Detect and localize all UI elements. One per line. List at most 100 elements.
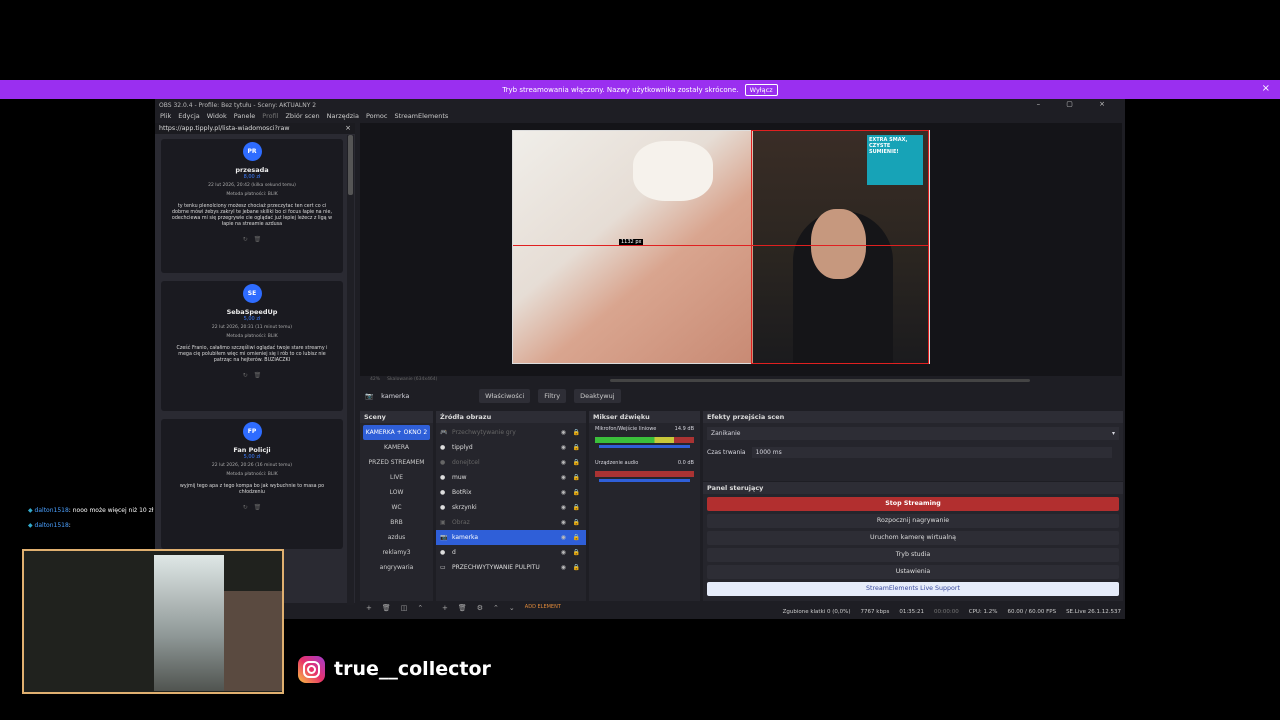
source-item[interactable]: 🎮 Przechwytywanie gry ◉ 🔒 (436, 425, 586, 440)
scene-item[interactable]: KAMERA (360, 440, 433, 455)
game-icon: 🎮 (440, 429, 448, 436)
menu-file[interactable]: Plik (160, 112, 171, 122)
source-item[interactable]: ● muw ◉ 🔒 (436, 470, 586, 485)
menu-help[interactable]: Pomoc (366, 112, 388, 122)
dock-scrollbar[interactable] (347, 135, 354, 605)
replay-icon[interactable]: ↻ (243, 372, 248, 379)
eye-icon[interactable]: ◉ (561, 560, 566, 575)
context-bar: 📷 kamerka Właściwości Filtry Deaktywuj (360, 388, 1122, 404)
menu-view[interactable]: Widok (207, 112, 227, 122)
preview-canvas[interactable]: EXTRA SMAX, CZYSTE SUMIENIE! 1132 px (360, 123, 1122, 382)
window-title: OBS 32.0.4 - Profile: Bez tytułu - Sceny… (159, 102, 317, 109)
scene-item[interactable]: KAMERKA + OKNO 2 (363, 425, 430, 440)
mixer-title: Mikser dźwięku (589, 411, 700, 423)
lock-icon[interactable]: 🔒 (573, 440, 580, 455)
trash-icon[interactable]: 🗑 (254, 504, 262, 511)
audio-meter (595, 471, 694, 477)
eye-icon[interactable]: ◉ (561, 470, 566, 485)
card-actions[interactable]: ↻ 🗑 (161, 372, 343, 379)
window-controls[interactable]: – ▢ × (1037, 100, 1117, 108)
donation-card: PR przesada 8,00 zł 22 lut 2026, 20:42 (… (161, 139, 343, 273)
menu-streamelements[interactable]: StreamElements (395, 112, 449, 122)
chat-user: dalton1518 (34, 522, 69, 529)
studio-mode-button[interactable]: Tryb studia (707, 548, 1119, 562)
scene-item[interactable]: azdus (360, 530, 433, 545)
source-item[interactable]: ▣ Obraz ◉ 🔒 (436, 515, 586, 530)
source-label: tipplyd (452, 444, 473, 451)
source-item[interactable]: ● tipplyd ◉ 🔒 (436, 440, 586, 455)
scroll-thumb[interactable] (348, 135, 353, 195)
payment-method: Metoda płatności: BLIK (226, 334, 278, 339)
scene-item[interactable]: reklamy3 (360, 545, 433, 560)
streamelements-support-button[interactable]: StreamElements Live Support (707, 582, 1119, 596)
virtual-camera-button[interactable]: Uruchom kamerę wirtualną (707, 531, 1119, 545)
eye-icon[interactable]: ◉ (561, 485, 566, 500)
selection-box[interactable] (751, 130, 929, 364)
eye-icon[interactable]: ◉ (561, 530, 566, 545)
lock-icon[interactable]: 🔒 (573, 515, 580, 530)
transitions-panel: Efekty przejścia scen Zanikanie ▾ Czas tr… (703, 411, 1123, 481)
replay-icon[interactable]: ↻ (243, 236, 248, 243)
menu-tools[interactable]: Narzędzia (327, 112, 359, 122)
scene-item[interactable]: angrywaria (360, 560, 433, 575)
lock-icon[interactable]: 🔒 (573, 485, 580, 500)
eye-icon[interactable]: ◉ (561, 425, 566, 440)
source-item[interactable]: 📷 kamerka ◉ 🔒 (436, 530, 586, 545)
scene-output[interactable]: EXTRA SMAX, CZYSTE SUMIENIE! 1132 px (512, 130, 930, 364)
donation-amount: 8,00 zł (243, 174, 261, 180)
donor-name: SebaSpeedUp (226, 308, 278, 316)
eye-icon[interactable]: ◉ (561, 500, 566, 515)
menu-profile[interactable]: Profil (262, 112, 278, 122)
stop-streaming-button[interactable]: Stop Streaming (707, 497, 1119, 511)
lock-icon[interactable]: 🔒 (573, 500, 580, 515)
lock-icon[interactable]: 🔒 (573, 545, 580, 560)
deactivate-button[interactable]: Deaktywuj (574, 389, 621, 403)
zoom-level[interactable]: 42% (370, 377, 380, 382)
scene-item[interactable]: LIVE (360, 470, 433, 485)
source-item[interactable]: ▭ PRZECHWYTYWANIE PULPITU ◉ 🔒 (436, 560, 586, 575)
menu-docks[interactable]: Panele (234, 112, 256, 122)
close-icon[interactable]: × (1262, 83, 1270, 94)
se-version: SE.Live 26.1.12.537 (1066, 609, 1121, 615)
fps: 60.00 / 60.00 FPS (1007, 609, 1057, 615)
settings-button[interactable]: Ustawienia (707, 565, 1119, 579)
audio-volume-slider[interactable] (599, 479, 690, 482)
lock-icon[interactable]: 🔒 (573, 455, 580, 470)
trash-icon[interactable]: 🗑 (254, 236, 262, 243)
card-actions[interactable]: ↻ 🗑 (161, 504, 343, 511)
eye-icon[interactable]: ◉ (561, 515, 566, 530)
donation-date: 22 lut 2026, 20:31 (11 minut temu) (211, 325, 293, 330)
menu-scene-collection[interactable]: Zbiór scen (285, 112, 319, 122)
eye-icon[interactable]: ◉ (561, 455, 566, 470)
scene-item[interactable]: LOW (360, 485, 433, 500)
source-item[interactable]: ● BotRix ◉ 🔒 (436, 485, 586, 500)
scene-item[interactable]: PRZED STREAMEM (360, 455, 433, 470)
mic-volume-slider[interactable] (599, 445, 690, 448)
scene-item[interactable]: BRB (360, 515, 433, 530)
source-item[interactable]: ● d ◉ 🔒 (436, 545, 586, 560)
transition-select[interactable]: Zanikanie ▾ (707, 427, 1119, 440)
source-label: kamerka (452, 534, 479, 541)
duration-input[interactable]: 1000 ms (751, 447, 1112, 458)
avatar: SE (242, 284, 262, 303)
start-recording-button[interactable]: Rozpocznij nagrywanie (707, 514, 1119, 528)
avatar: FP (242, 422, 262, 441)
source-label: d (452, 549, 456, 556)
lock-icon[interactable]: 🔒 (573, 560, 580, 575)
scene-item[interactable]: WC (360, 500, 433, 515)
eye-icon[interactable]: ◉ (561, 440, 566, 455)
filters-button[interactable]: Filtry (538, 389, 567, 403)
replay-icon[interactable]: ↻ (243, 504, 248, 511)
eye-icon[interactable]: ◉ (561, 545, 566, 560)
source-item[interactable]: ● skrzynki ◉ 🔒 (436, 500, 586, 515)
source-item[interactable]: ● donejtcel ◉ 🔒 (436, 455, 586, 470)
lock-icon[interactable]: 🔒 (573, 425, 580, 440)
card-actions[interactable]: ↻ 🗑 (161, 236, 343, 243)
properties-button[interactable]: Właściwości (479, 389, 531, 403)
trash-icon[interactable]: 🗑 (254, 372, 262, 379)
menu-edit[interactable]: Edycja (178, 112, 199, 122)
lock-icon[interactable]: 🔒 (573, 530, 580, 545)
lock-icon[interactable]: 🔒 (573, 470, 580, 485)
close-icon[interactable]: × (345, 124, 351, 132)
disable-button[interactable]: Wyłącz (744, 83, 778, 96)
